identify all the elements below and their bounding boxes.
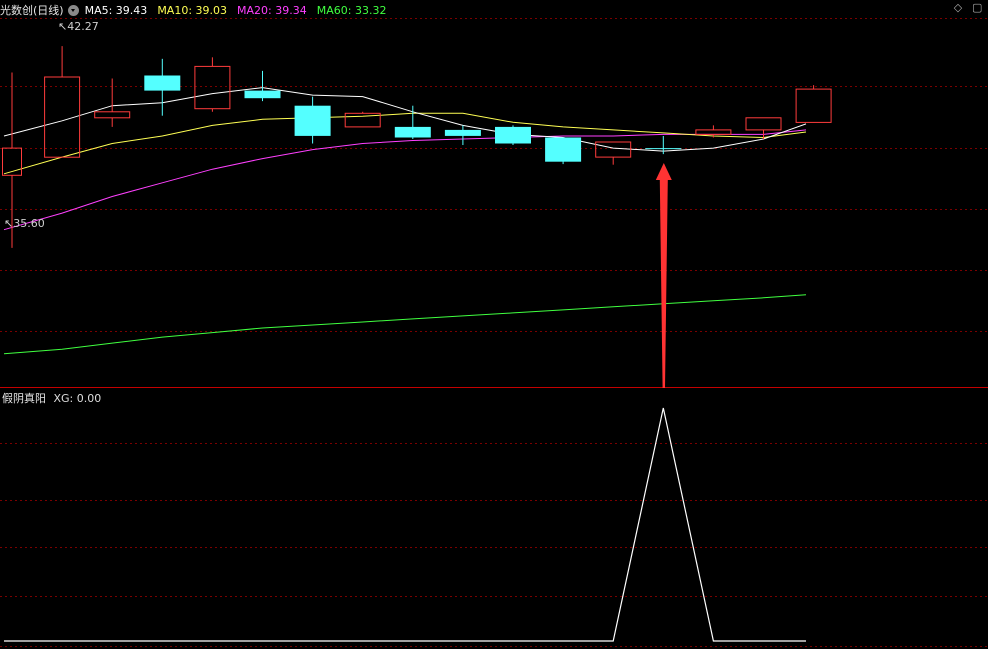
high-price-label: ↖42.27 — [58, 20, 99, 33]
ma60-label: MA60: 33.32 — [316, 3, 387, 17]
collapse-icon[interactable]: ▢ — [972, 2, 982, 13]
ma5-label: MA5: 39.43 — [84, 3, 148, 17]
candle — [645, 135, 682, 155]
grid-lines — [0, 18, 988, 647]
chart-canvas — [0, 18, 988, 647]
candle — [294, 96, 331, 144]
diamond-icon[interactable]: ◇ — [953, 2, 963, 13]
ma20-label: MA20: 39.34 — [237, 3, 307, 17]
candle-body — [244, 90, 281, 99]
candle — [94, 78, 131, 127]
ma10-label: MA10: 39.03 — [157, 3, 228, 17]
candle-body — [495, 126, 531, 144]
arrow-left-icon: ↖ — [58, 20, 68, 33]
candle — [194, 57, 231, 112]
indicator-header: 假阴真阳 XG: 0.00 — [2, 390, 101, 406]
candle-body — [795, 88, 832, 123]
high-price-value: 42.27 — [67, 20, 99, 33]
candle — [344, 111, 381, 128]
chevron-down-icon[interactable] — [67, 4, 79, 16]
low-price-value: 35.60 — [13, 217, 45, 230]
candle-body — [144, 75, 181, 91]
arrow-left-icon: ↖ — [4, 217, 14, 230]
ma60-line — [3, 294, 807, 355]
candle-body — [194, 65, 231, 110]
candle-body — [595, 141, 632, 158]
candle-body — [94, 111, 131, 119]
low-price-label: ↖35.60 — [4, 217, 45, 230]
candle — [44, 46, 81, 158]
candle-body — [294, 105, 331, 136]
candle-body — [444, 129, 481, 136]
candle — [545, 137, 582, 165]
candle — [444, 125, 481, 146]
main-header: 光数创(日线) MA5: 39.43 MA10: 39.03 MA20: 39.… — [0, 2, 396, 18]
xg-label: XG: 0.00 — [53, 392, 102, 405]
ma20-line — [3, 129, 807, 231]
candle-body — [745, 117, 782, 131]
indicator-panel — [4, 407, 806, 642]
xg-line — [4, 407, 806, 642]
candle — [394, 105, 431, 139]
candle — [795, 85, 832, 123]
candles — [2, 46, 832, 248]
annotations — [655, 163, 672, 388]
arrow-up-icon — [655, 163, 672, 388]
candle — [144, 58, 181, 116]
indicator-title: 假阴真阳 — [2, 392, 46, 405]
stock-title: 光数创(日线) — [0, 4, 64, 17]
candle-body — [545, 137, 582, 162]
candle-body — [394, 126, 431, 138]
ma10-line — [3, 112, 807, 175]
candle-body — [695, 129, 732, 135]
candle — [495, 125, 531, 146]
